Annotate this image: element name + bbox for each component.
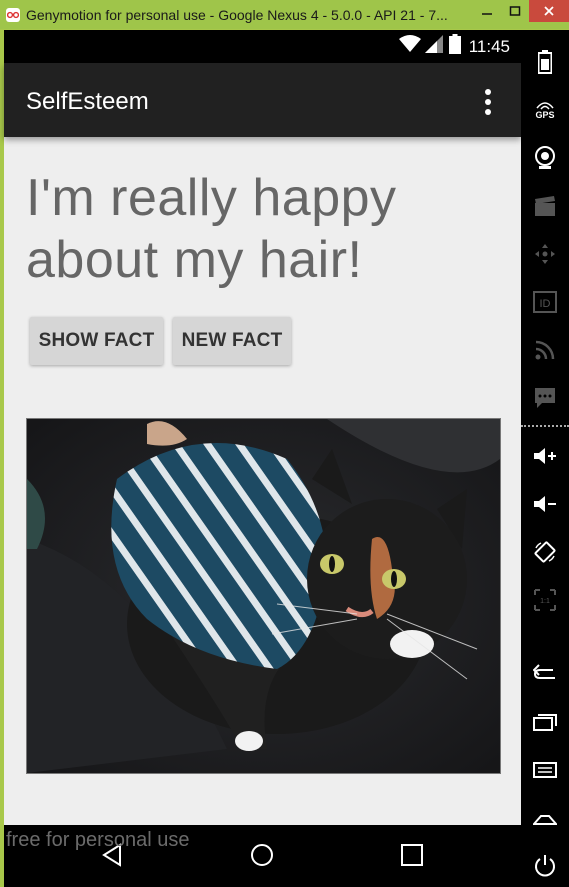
window-title-bar[interactable]: Genymotion for personal use - Google Nex…	[0, 0, 569, 29]
rotate-icon[interactable]	[529, 536, 561, 568]
close-window-button[interactable]	[529, 0, 569, 22]
home-icon[interactable]	[247, 840, 277, 870]
app-toolbar: SelfEsteem	[4, 63, 521, 137]
screencast-icon	[529, 190, 561, 222]
show-fact-button[interactable]: SHOW FACT	[30, 317, 163, 365]
android-device-screen: 11:45 SelfEsteem I'm really happy about …	[4, 30, 521, 887]
gps-widget-icon[interactable]: GPS	[529, 94, 561, 126]
dpad-icon	[529, 238, 561, 270]
volume-down-icon[interactable]	[529, 488, 561, 520]
gps-label: GPS	[535, 110, 555, 120]
svg-text:ID: ID	[540, 298, 551, 310]
sms-icon	[529, 382, 561, 414]
more-vert-icon[interactable]	[478, 89, 498, 115]
home-button-icon[interactable]	[529, 802, 561, 834]
status-bar: 11:45	[4, 30, 521, 63]
rss-icon	[529, 334, 561, 366]
wifi-icon	[398, 35, 421, 58]
pixel-perfect-icon: 1:1	[529, 584, 561, 616]
recent-apps-icon[interactable]	[529, 706, 561, 738]
toolbar-divider	[521, 425, 569, 427]
menu-icon[interactable]	[529, 754, 561, 786]
device-id-icon: ID	[529, 286, 561, 318]
webcam-widget-icon[interactable]	[529, 142, 561, 174]
maximize-button[interactable]	[502, 0, 528, 22]
battery-widget-icon[interactable]	[529, 46, 561, 78]
new-fact-button[interactable]: NEW FACT	[173, 317, 291, 365]
cat-in-sweater-photo	[26, 418, 501, 774]
back-button-icon[interactable]	[529, 658, 561, 690]
volume-up-icon[interactable]	[529, 440, 561, 472]
power-icon[interactable]	[529, 850, 561, 882]
minimize-button[interactable]	[474, 0, 500, 22]
battery-icon	[448, 34, 461, 59]
recents-icon[interactable]	[397, 840, 427, 870]
svg-text:1:1: 1:1	[540, 598, 550, 605]
genymotion-window: Genymotion for personal use - Google Nex…	[0, 0, 569, 887]
status-time: 11:45	[468, 36, 510, 56]
main-content: I'm really happy about my hair! SHOW FAC…	[4, 137, 521, 825]
watermark-text: free for personal use	[6, 829, 190, 851]
window-title: Genymotion for personal use - Google Nex…	[26, 6, 448, 23]
genymotion-logo-icon	[6, 7, 20, 22]
app-title: SelfEsteem	[26, 88, 149, 115]
fact-text: I'm really happy about my hair!	[26, 169, 397, 289]
cell-signal-icon	[424, 35, 443, 58]
genymotion-side-toolbar: GPS ID 1:1	[521, 30, 569, 887]
